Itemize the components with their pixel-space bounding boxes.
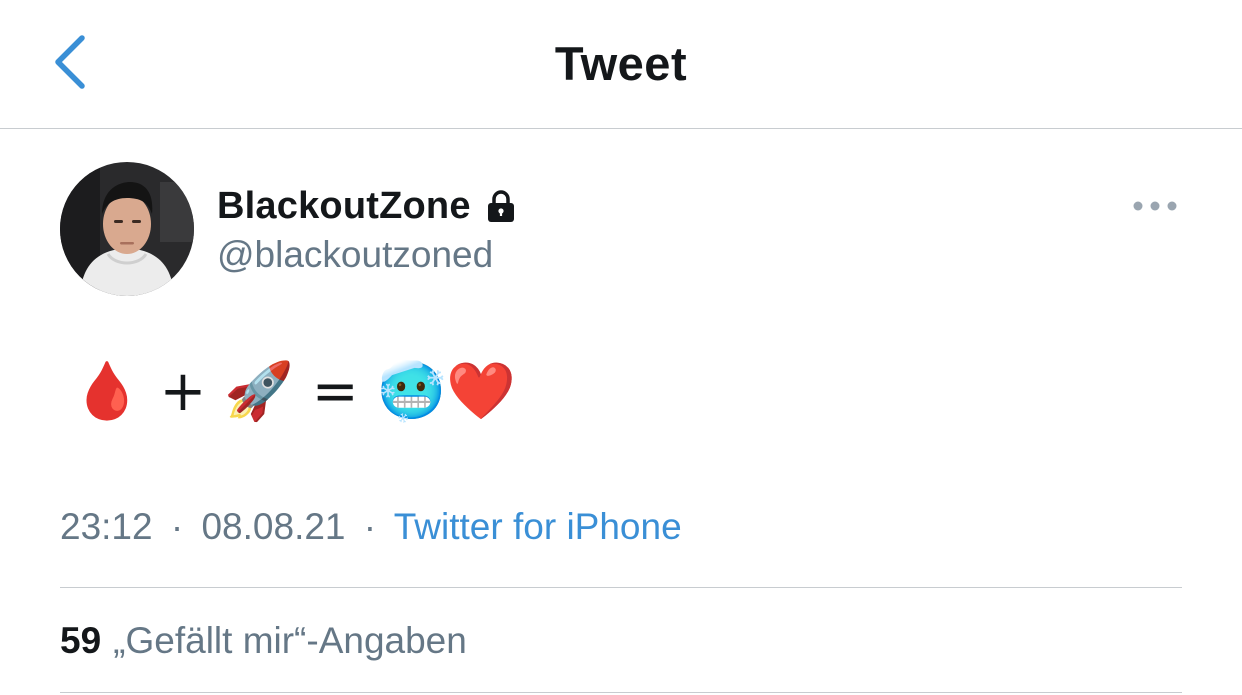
lock-icon (483, 188, 519, 224)
more-options-button[interactable] (1128, 192, 1182, 220)
divider (60, 692, 1182, 693)
tweet-date: 08.08.21 (201, 506, 346, 547)
avatar[interactable] (60, 162, 194, 296)
likes-count: 59 (60, 620, 102, 661)
profile-photo (60, 162, 194, 296)
tweet-source-link[interactable]: Twitter for iPhone (394, 506, 682, 547)
author-name-row[interactable]: BlackoutZone (217, 184, 519, 228)
divider (60, 587, 1182, 588)
more-horizontal-icon (1133, 201, 1177, 211)
likes-count-row[interactable]: 59 „Gefällt mir“-Angaben (60, 620, 467, 662)
author-display-name: BlackoutZone (217, 184, 471, 227)
tweet-time: 23:12 (60, 506, 153, 547)
separator: · (170, 506, 184, 547)
likes-label: „Gefällt mir“-Angaben (113, 620, 467, 661)
separator: · (363, 506, 377, 547)
tweet-metadata: 23:12 · 08.08.21 · Twitter for iPhone (60, 506, 682, 548)
author-handle[interactable]: @blackoutzoned (217, 234, 493, 276)
page-title: Tweet (554, 37, 688, 90)
tweet-text: 🩸 + 🚀 = 🥶❤️ (72, 359, 516, 424)
navigation-bar: Tweet (0, 0, 1242, 129)
